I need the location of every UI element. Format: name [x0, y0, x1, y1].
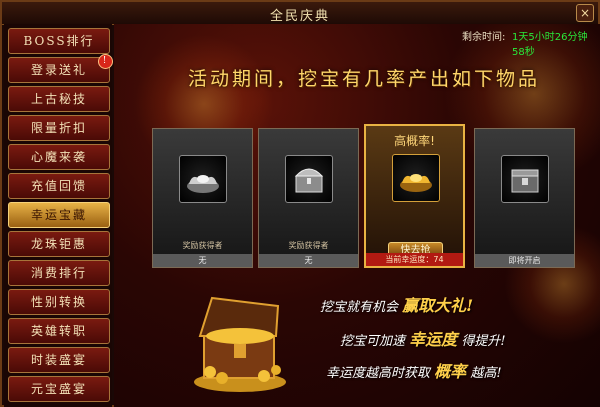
- promo-highlight: 赢取大礼!: [402, 296, 474, 315]
- high-probability-title: 高概率!: [394, 134, 435, 148]
- sidebar-item-hero-class-change[interactable]: 英雄转职: [8, 318, 110, 344]
- reward-card-gold-ingot: 高概率! 快去抢 当前幸运度：74: [364, 124, 465, 268]
- item-slot[interactable]: [501, 155, 549, 203]
- title-bar: 全民庆典 ×: [2, 2, 598, 25]
- sidebar-item-label: 元宝盛宴: [30, 382, 87, 396]
- sidebar-item-fashion-feast[interactable]: 时装盛宴: [8, 347, 110, 373]
- reward-card-silver-chest: 奖励获得者 无: [258, 128, 359, 268]
- sidebar-item-boss-ranking[interactable]: BOSS排行: [8, 28, 110, 54]
- coming-soon-label: 即将开启: [475, 254, 574, 267]
- sidebar-item-limited-discount[interactable]: 限量折扣: [8, 115, 110, 141]
- sidebar-item-label: 时装盛宴: [30, 353, 87, 367]
- sidebar-item-label: 幸运宝藏: [30, 208, 87, 222]
- sidebar-item-label: 上古秘技: [30, 92, 87, 106]
- promo-line-3: 幸运度越高时获取 概率 越高!: [326, 358, 502, 382]
- promo-text: 幸运度越高时获取: [326, 366, 431, 381]
- winner-value: 无: [259, 254, 358, 267]
- sidebar-item-lucky-treasure[interactable]: 幸运宝藏: [8, 202, 110, 228]
- silver-chest-icon: [294, 168, 324, 193]
- sidebar-item-label: 消费排行: [30, 266, 87, 280]
- promo-highlight: 概率: [434, 362, 467, 381]
- reward-card-silver-ingot: 奖励获得者 无: [152, 128, 253, 268]
- activity-window: 全民庆典 × BOSS排行 登录送礼! 上古秘技 限量折扣 心魔来袭 充值回馈 …: [0, 0, 600, 407]
- item-slot[interactable]: [285, 155, 333, 203]
- window-title: 全民庆典: [269, 9, 330, 24]
- remaining-time-label: 剩余时间:: [462, 32, 506, 43]
- sidebar-item-label: 限量折扣: [30, 121, 87, 135]
- item-slot[interactable]: [179, 155, 227, 203]
- promo-text: 挖宝可加速: [340, 334, 406, 349]
- item-slot[interactable]: [392, 154, 440, 202]
- gold-ingot-icon: [400, 174, 432, 192]
- winner-value: 无: [153, 254, 252, 267]
- sidebar-item-label: BOSS排行: [23, 34, 95, 48]
- promo-text: 挖宝就有机会: [320, 300, 399, 315]
- silver-ingot-icon: [187, 175, 219, 193]
- locked-chest-icon: [511, 169, 539, 193]
- notification-badge: !: [98, 54, 113, 69]
- sidebar-item-login-gift[interactable]: 登录送礼!: [8, 54, 113, 83]
- sidebar-item-demon-raid[interactable]: 心魔来袭: [8, 144, 110, 170]
- sidebar-item-label: 性别转换: [30, 295, 87, 309]
- sidebar-item-ingot-feast[interactable]: 元宝盛宴: [8, 376, 110, 402]
- activity-panel: 剩余时间: 1天5小时26分钟58秒 活动期间，挖宝有几率产出如下物品 奖励获得…: [114, 24, 600, 407]
- event-headline: 活动期间，挖宝有几率产出如下物品: [187, 68, 540, 90]
- sidebar-item-gender-change[interactable]: 性别转换: [8, 289, 110, 315]
- current-luck-value: 当前幸运度：74: [366, 253, 463, 266]
- promo-text: 得提升!: [461, 334, 506, 349]
- promo-line-2: 挖宝可加速 幸运度 得提升!: [340, 326, 506, 350]
- sidebar-item-label: 龙珠钜惠: [30, 237, 87, 251]
- reward-card-locked-chest: 即将开启: [474, 128, 575, 268]
- remaining-time-value: 1天5小时26分钟58秒: [512, 32, 588, 58]
- promo-highlight: 幸运度: [409, 330, 458, 349]
- promo-line-1: 挖宝就有机会 赢取大礼!: [320, 292, 473, 316]
- sidebar: BOSS排行 登录送礼! 上古秘技 限量折扣 心魔来袭 充值回馈 幸运宝藏 龙珠…: [4, 24, 113, 407]
- sidebar-item-spending-ranking[interactable]: 消费排行: [8, 260, 110, 286]
- promo-text: 越高!: [470, 366, 502, 381]
- winner-label: 奖励获得者: [182, 241, 223, 250]
- sidebar-item-label: 英雄转职: [30, 324, 87, 338]
- sidebar-item-dragon-ball[interactable]: 龙珠钜惠: [8, 231, 110, 257]
- close-button[interactable]: ×: [576, 4, 594, 22]
- sidebar-item-ancient-skill[interactable]: 上古秘技: [8, 86, 110, 112]
- winner-label: 奖励获得者: [288, 241, 329, 250]
- sidebar-item-label: 登录送礼: [30, 63, 87, 77]
- sidebar-item-recharge-reward[interactable]: 充值回馈: [8, 173, 110, 199]
- sidebar-item-label: 充值回馈: [30, 179, 87, 193]
- treasure-chest-icon: [194, 296, 286, 392]
- sidebar-item-label: 心魔来袭: [30, 150, 87, 164]
